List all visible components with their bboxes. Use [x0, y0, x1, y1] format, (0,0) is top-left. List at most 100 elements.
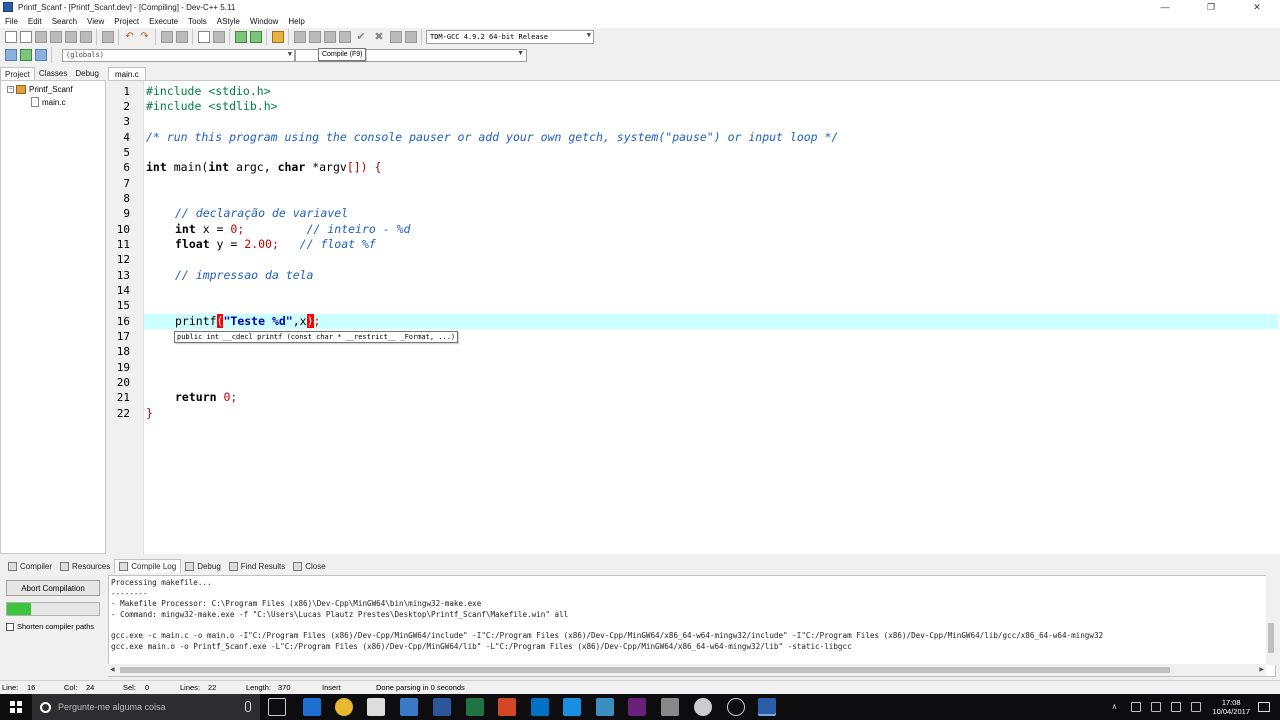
menu-edit[interactable]: Edit — [23, 17, 47, 26]
volume-icon[interactable] — [1171, 702, 1182, 712]
insert-icon[interactable] — [4, 49, 17, 61]
profile-icon[interactable] — [389, 31, 402, 43]
powerpoint-icon[interactable] — [498, 698, 516, 716]
syntax-check-icon[interactable]: ✔ — [354, 31, 368, 43]
menu-project[interactable]: Project — [109, 17, 144, 26]
log-horizontal-scrollbar[interactable]: ◀ ▶ — [108, 664, 1266, 676]
store-icon[interactable] — [367, 698, 385, 716]
shorten-paths-option[interactable]: Shorten compiler paths — [6, 622, 94, 631]
menu-tools[interactable]: Tools — [183, 17, 212, 26]
keyboard-icon[interactable] — [1191, 702, 1202, 712]
tab-main-c[interactable]: main.c — [108, 67, 146, 80]
print-icon[interactable] — [101, 31, 114, 43]
unindent-icon[interactable] — [212, 31, 225, 43]
cortana-search-box[interactable]: Pergunte-me alguma coisa — [32, 694, 260, 720]
clock[interactable]: 17:08 10/04/2017 — [1212, 698, 1250, 716]
app-icon[interactable] — [727, 698, 745, 716]
tools-icon[interactable] — [661, 698, 679, 716]
tab-project[interactable]: Project — [0, 67, 35, 80]
run-icon[interactable] — [308, 31, 321, 43]
project-icon — [16, 85, 26, 94]
indent-icon[interactable] — [197, 31, 210, 43]
save-all-icon[interactable] — [49, 31, 62, 43]
menu-search[interactable]: Search — [47, 17, 82, 26]
log-vertical-scrollbar[interactable] — [1266, 575, 1276, 665]
menu-window[interactable]: Window — [245, 17, 283, 26]
devcpp-taskbar-icon[interactable] — [758, 698, 776, 716]
chrome-icon[interactable] — [335, 698, 353, 716]
network-icon[interactable] — [1131, 702, 1142, 712]
vertical-scroll-thumb[interactable] — [1268, 623, 1274, 653]
app-icon[interactable] — [563, 698, 581, 716]
tab-debug-output[interactable]: Debug — [181, 559, 225, 573]
shorten-paths-checkbox[interactable] — [6, 622, 14, 631]
new-file-icon[interactable] — [4, 31, 17, 43]
code-area[interactable]: #include <stdio.h> #include <stdlib.h> /… — [144, 81, 1278, 555]
scroll-right-icon[interactable]: ▶ — [1259, 666, 1264, 673]
notification-icon[interactable] — [1258, 702, 1270, 712]
stop-execution-icon[interactable]: ✖ — [372, 31, 386, 43]
line-number: 9 — [123, 207, 130, 220]
tab-compiler[interactable]: Compiler — [4, 559, 56, 573]
redo-icon[interactable]: ↷ — [139, 31, 151, 43]
undo-icon[interactable]: ↶ — [124, 31, 136, 43]
project-options-icon[interactable] — [271, 31, 284, 43]
remove-from-project-icon[interactable] — [249, 31, 262, 43]
word-icon[interactable] — [433, 698, 451, 716]
save-icon[interactable] — [34, 31, 47, 43]
code-symbol: []) { — [346, 160, 382, 174]
chevron-up-icon[interactable]: ∧ — [1111, 702, 1121, 712]
minimize-button[interactable]: — — [1142, 0, 1188, 14]
collapse-icon[interactable]: − — [7, 86, 14, 93]
debug-icon[interactable] — [404, 31, 417, 43]
tree-file-node[interactable]: main.c — [31, 97, 66, 107]
edge-icon[interactable] — [303, 698, 321, 716]
close-all-icon[interactable] — [79, 31, 92, 43]
add-to-project-icon[interactable] — [234, 31, 247, 43]
compile-log[interactable]: Processing makefile... -------- - Makefi… — [108, 575, 1276, 677]
close-button[interactable]: ✕ — [1234, 0, 1280, 14]
maximize-button[interactable]: ❐ — [1188, 0, 1234, 14]
close-file-icon[interactable] — [64, 31, 77, 43]
tab-find-results[interactable]: Find Results — [225, 559, 289, 573]
globals-select[interactable]: (globals) ▼ — [62, 48, 295, 62]
wifi-icon[interactable] — [1151, 702, 1162, 712]
goto-icon[interactable] — [19, 49, 32, 61]
compile-icon[interactable] — [293, 31, 306, 43]
comment: // inteiro - %d — [306, 222, 411, 236]
code-editor[interactable]: 1 2 3 4 5 6 7 8 9 10 11 12 13 14 15 16 1… — [108, 80, 1280, 555]
abort-compilation-button[interactable]: Abort Compilation — [6, 580, 100, 596]
task-view-icon[interactable] — [268, 698, 286, 716]
open-file-icon[interactable] — [19, 31, 32, 43]
compiler-select[interactable]: TDM-GCC 4.9.2 64-bit Release ▼ — [426, 30, 594, 44]
compile-run-icon[interactable] — [323, 31, 336, 43]
scroll-left-icon[interactable]: ◀ — [110, 666, 115, 673]
toggle-bookmark-icon[interactable] — [34, 49, 47, 61]
app-icon[interactable] — [596, 698, 614, 716]
menu-file[interactable]: File — [0, 17, 23, 26]
compile-controls: Abort Compilation Shorten compiler paths — [0, 574, 106, 678]
menu-view[interactable]: View — [82, 17, 109, 26]
replace-icon[interactable] — [175, 31, 188, 43]
menu-execute[interactable]: Execute — [144, 17, 183, 26]
tab-debug[interactable]: Debug — [71, 67, 103, 80]
excel-icon[interactable] — [466, 698, 484, 716]
tab-resources[interactable]: Resources — [56, 559, 114, 573]
tab-close[interactable]: Close — [289, 559, 329, 573]
start-button[interactable] — [0, 694, 32, 720]
app-icon[interactable] — [694, 698, 712, 716]
find-icon[interactable] — [160, 31, 173, 43]
explorer-icon[interactable] — [400, 698, 418, 716]
microphone-icon[interactable] — [245, 701, 251, 712]
tree-project-node[interactable]: − Printf_Scanf — [7, 85, 73, 94]
code-line-4: /* run this program using the console pa… — [146, 130, 839, 144]
horizontal-scroll-thumb[interactable] — [120, 667, 1170, 673]
tab-classes[interactable]: Classes — [35, 67, 71, 80]
debug-check-icon — [185, 561, 195, 571]
rebuild-all-icon[interactable] — [338, 31, 351, 43]
menu-astyle[interactable]: AStyle — [212, 17, 245, 26]
tab-compile-log[interactable]: Compile Log — [114, 559, 182, 573]
menu-help[interactable]: Help — [283, 17, 309, 26]
visual-studio-icon[interactable] — [628, 698, 646, 716]
outlook-icon[interactable] — [531, 698, 549, 716]
